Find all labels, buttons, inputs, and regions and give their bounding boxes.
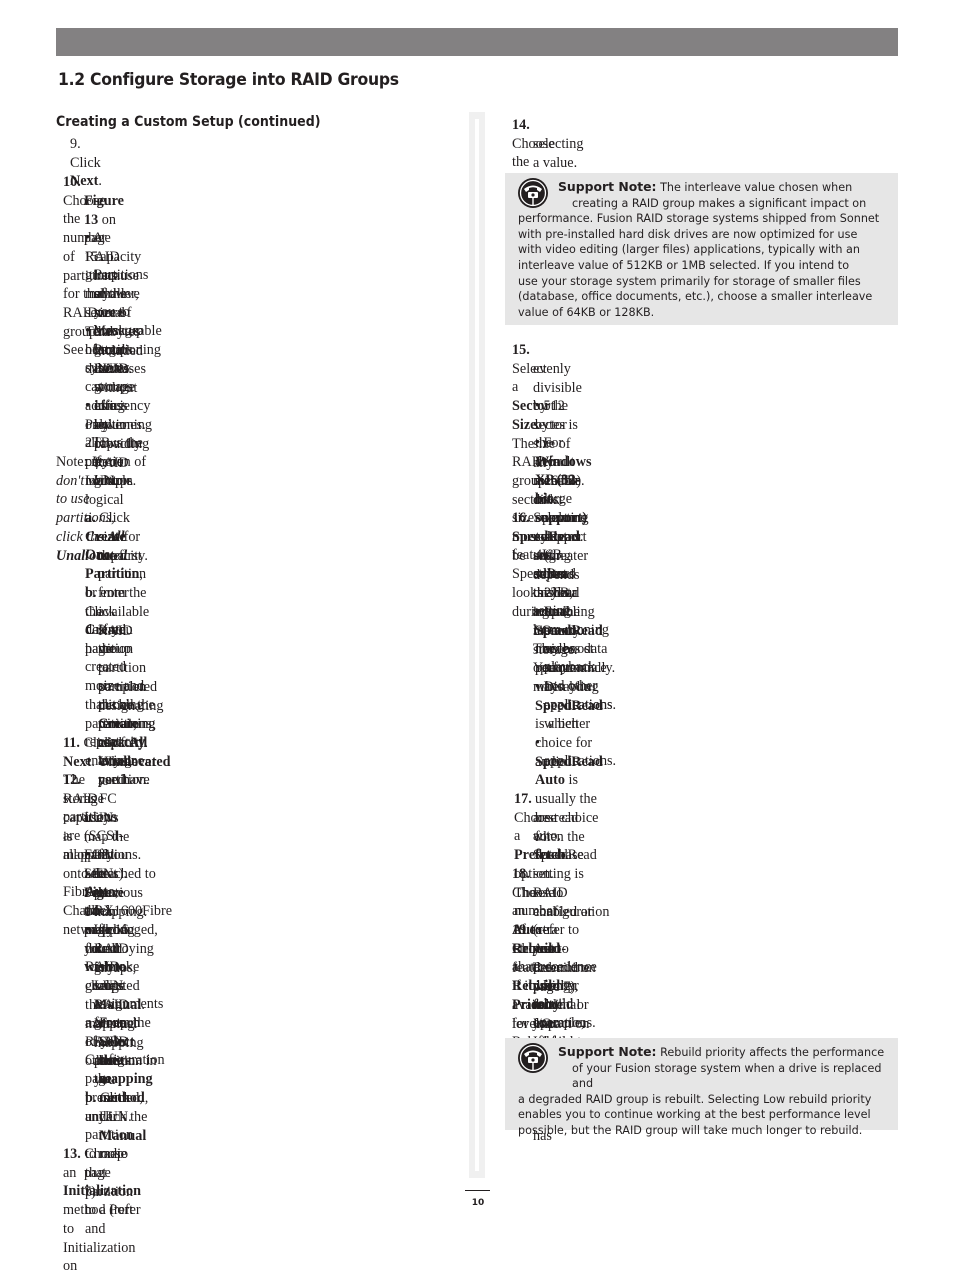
support-note-text-5: possible, but the RAID group will take m…: [518, 1123, 863, 1137]
step-17-l3: auto.: [533, 828, 561, 844]
column-divider-inner: [475, 119, 479, 1171]
support-note-text-6: interleave value of 512KB or 1MB selecte…: [518, 258, 850, 272]
support-note-text-2: creating a RAID group makes a significan…: [572, 196, 867, 210]
support-note-text-4: enables you to continue working at the b…: [518, 1108, 871, 1122]
support-note-text-1: Rebuild priority affects the performance: [656, 1046, 885, 1059]
support-note-label: Support Note:: [558, 1044, 657, 1059]
support-note-text-8: (database, office documents, etc.), choo…: [518, 290, 873, 304]
section-title: 1.2 Configure Storage into RAID Groups: [58, 70, 399, 90]
support-note-label: Support Note:: [558, 179, 657, 194]
support-note-rebuild: Support Note: Rebuild priority affects t…: [505, 1038, 898, 1137]
footer-rule: [465, 1190, 490, 1191]
support-note-text-3: a degraded RAID group is rebuilt. Select…: [518, 1092, 872, 1106]
note-l2: button.: [94, 473, 134, 489]
support-note-text-4: with pre-installed hard disk drives are …: [518, 227, 858, 241]
subsection-title: Creating a Custom Setup (continued): [56, 114, 321, 130]
bullet-12-auto-l3: previous mapping.: [94, 885, 148, 920]
sub-12-a-l3: button.: [99, 1053, 139, 1069]
header-bar: [56, 28, 898, 56]
support-note-interleave: Support Note: The interleave value chose…: [505, 173, 898, 325]
page-number: 10: [471, 1198, 485, 1208]
support-note-text-1: The interleave value chosen when: [656, 181, 853, 194]
support-note-text-2: of your Fusion storage system when a dri…: [572, 1061, 882, 1091]
bullet-16-a-l3: access data sequentially.: [544, 641, 616, 676]
sub-12-b-l2: LUN.: [99, 1109, 132, 1125]
support-note-text-3: performance. Fusion RAID storage systems…: [518, 212, 880, 226]
bullet-10-3-l2: volumes.: [94, 417, 146, 433]
support-note-text-9: value of 64KB or 128KB.: [518, 305, 655, 319]
support-note-text-7: use your storage system primarily for st…: [518, 274, 861, 288]
sub-a-l3: capacity.: [98, 548, 148, 564]
bullet-15-b-l3: 16TB).: [544, 473, 585, 489]
bullet-16-b-l2: applications.: [544, 697, 617, 713]
bullet-16-c-l2: applications.: [544, 753, 617, 769]
step-13-l2: page 7).: [84, 1165, 111, 1200]
support-note-text-5: with video editing (larger files) applic…: [518, 243, 860, 257]
